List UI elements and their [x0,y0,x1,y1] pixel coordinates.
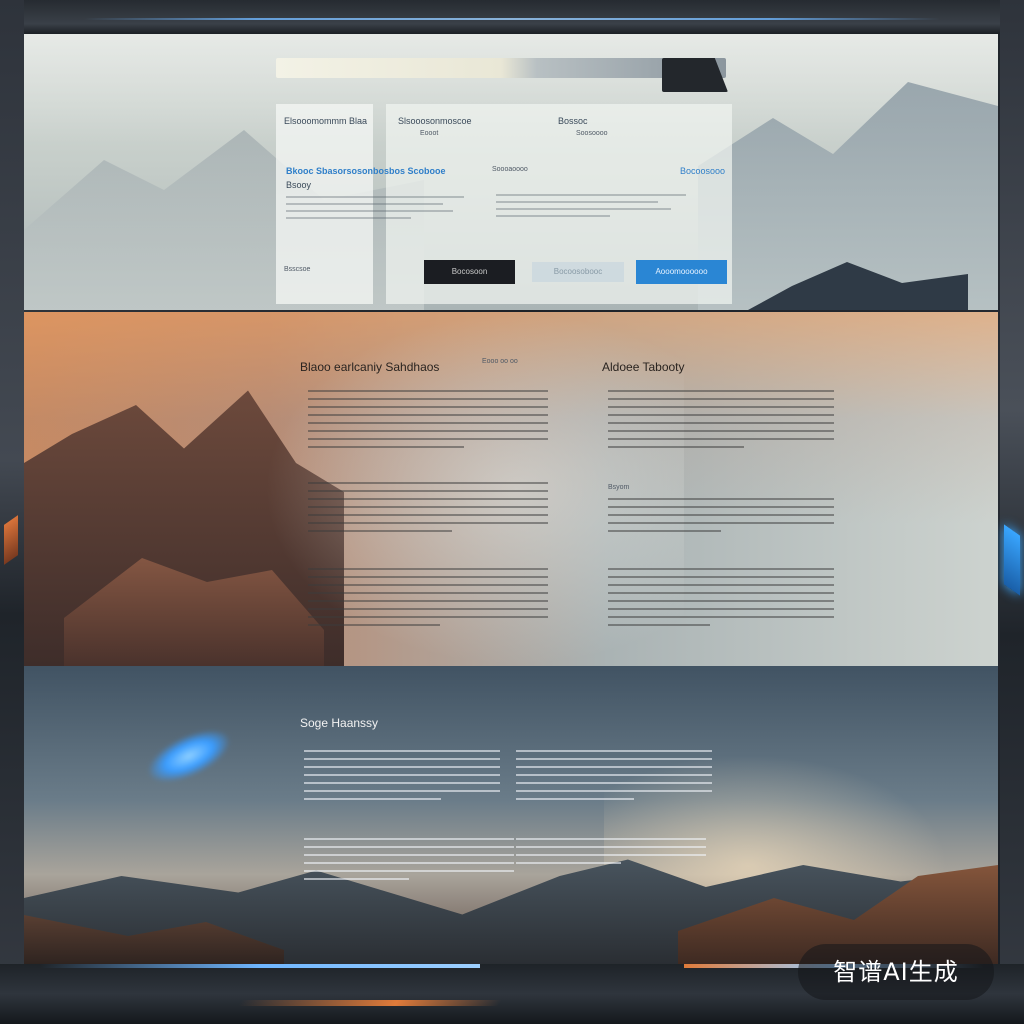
article-heading-left: Blaoo earlcaniy Sahdhaos [300,360,440,374]
panel-title: Elsooomommm Blaa [284,116,368,126]
article-section: Blaoo earlcaniy Sahdhaos Eooo oo oo Aldo… [24,312,998,666]
form-text-lines [496,194,686,222]
bottom-orange-stripe [238,1000,502,1006]
ai-generated-watermark: 智谱AI生成 [798,944,994,1000]
form-left-text-lines [286,196,464,224]
article-paragraph-3 [308,568,548,632]
frame-left-edge [0,0,24,1024]
lower-paragraph-2 [516,750,712,806]
lower-paragraph-1 [304,750,500,806]
primary-action-button[interactable]: Aooomoooooo [636,260,727,284]
article-paragraph-6 [608,568,834,632]
field-title-2: Bossoc [558,116,588,126]
article-paragraph-4 [608,390,834,454]
hero-section: Elsooomommm Blaa Bsscsoe Slsooosonmoscoe… [24,34,998,310]
article-paragraph-1 [308,390,548,454]
screen: Elsooomommm Blaa Bsscsoe Slsooosonmoscoe… [24,34,998,964]
article-paragraph-5 [608,498,834,538]
form-section-heading: Bkooc Sbasorsosonbosbos Scobooe [286,166,446,176]
form-section-subheading: Bsooy [286,180,312,190]
blue-accent-light [1004,524,1020,596]
bottom-glow-left [40,964,480,968]
lower-paragraph-4 [516,838,706,870]
field-title-1: Slsooosonmoscoe [398,116,472,126]
article-meta: Eooo oo oo [482,358,518,365]
lower-heading: Soge Haanssy [300,716,379,730]
frame-top-bar [24,0,1000,34]
field-value-2: Soosoooo [576,130,608,137]
dark-action-button[interactable]: Bocosoon [424,260,515,284]
form-link[interactable]: Bocoosooo [680,166,725,176]
frame-right-edge [1000,0,1024,1024]
top-glow-strip [84,18,940,20]
blue-light-streak [139,718,239,794]
article-heading-right: Aldoee Tabooty [602,360,685,374]
lower-section: Soge Haanssy [24,666,998,964]
article-paragraph-2 [308,482,548,538]
panel-footer-label: Bsscsoe [284,266,311,273]
field-caption: Soooaoooo [492,166,528,173]
field-value-1: Eooot [420,130,439,137]
secondary-action-button[interactable]: Bocoosobooc [532,262,624,282]
article-subheading-right: Bsyom [608,484,630,491]
address-bar[interactable] [276,58,726,78]
lower-paragraph-3 [304,838,514,886]
